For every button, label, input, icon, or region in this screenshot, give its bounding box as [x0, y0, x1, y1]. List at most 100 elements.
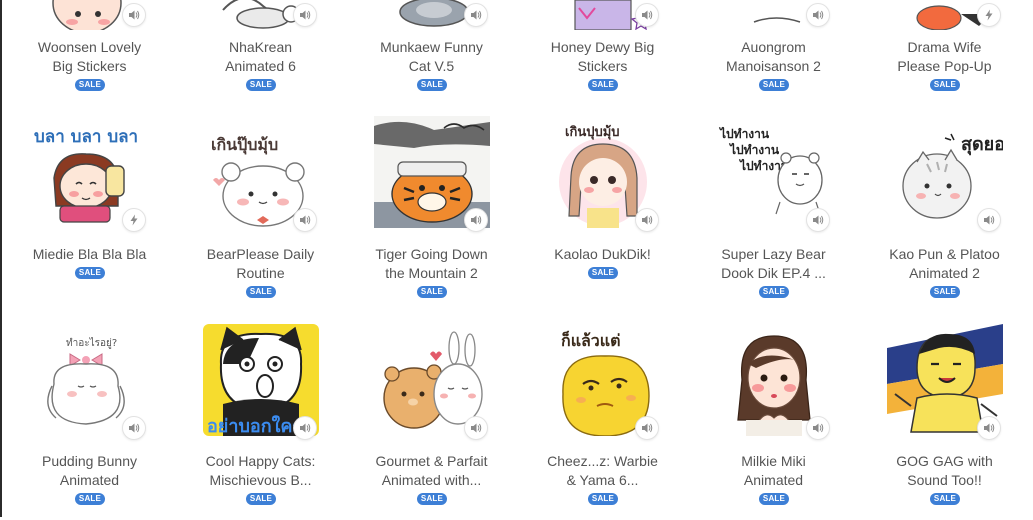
sound-button[interactable] [806, 416, 830, 440]
sticker-card[interactable]: บลา บลา บลา Miedie Bla Bla Bla SALE [4, 112, 175, 312]
sale-badge: SALE [759, 79, 789, 91]
sticker-title[interactable]: BearPlease Daily Routine [177, 245, 344, 283]
sticker-title[interactable]: Kao Pun & Platoo Animated 2 [861, 245, 1028, 283]
sticker-title-line: the Mountain 2 [385, 265, 478, 281]
sticker-title[interactable]: Pudding Bunny Animated [6, 452, 173, 490]
sticker-title-line: Super Lazy Bear [721, 246, 826, 262]
sound-button[interactable] [806, 208, 830, 232]
sticker-title[interactable]: Honey Dewy Big Stickers [519, 38, 686, 76]
sale-badge: SALE [246, 493, 276, 505]
sticker-title-line: Pudding Bunny [42, 453, 137, 469]
sale-badge: SALE [588, 267, 618, 279]
sticker-card[interactable]: Tiger Going Down the Mountain 2 SALE [346, 112, 517, 312]
sale-badge: SALE [930, 493, 960, 505]
sticker-title-line: Please Pop-Up [897, 58, 992, 74]
sticker-card[interactable]: ไปทำงาน ไปทำงาน ไปทำงาน Super Lazy Bear … [688, 112, 859, 312]
sticker-title-line: Routine [236, 265, 285, 281]
sale-badge: SALE [75, 79, 105, 91]
sticker-title-line: Cool Happy Cats: [205, 453, 316, 469]
sticker-title[interactable]: GOG GAG with Sound Too!! [861, 452, 1028, 490]
sale-badge: SALE [417, 286, 447, 298]
sound-button[interactable] [464, 416, 488, 440]
sticker-title-line: Sound Too!! [907, 472, 982, 488]
sticker-card[interactable]: อย่าบอกใคร Cool Happy Cats: Mischievous … [175, 320, 346, 520]
sticker-card[interactable]: เกินปุบมุ้บ Kaolao DukDik! SALE [517, 112, 688, 312]
sale-badge: SALE [75, 267, 105, 279]
sale-badge: SALE [417, 79, 447, 91]
sticker-card[interactable]: GOG GAG with Sound Too!! SALE [859, 320, 1030, 520]
sticker-card[interactable]: Milkie Miki Animated SALE [688, 320, 859, 520]
sticker-title-line: Kao Pun & Platoo [889, 246, 1000, 262]
sticker-title[interactable]: Miedie Bla Bla Bla [6, 245, 173, 264]
sticker-title-line: Kaolao DukDik! [554, 246, 651, 262]
sale-badge: SALE [246, 79, 276, 91]
sticker-title[interactable]: Munkaew Funny Cat V.5 [348, 38, 515, 76]
sticker-card[interactable]: เกินปุ๊บมุ้บ BearPlease Daily Routine SA… [175, 112, 346, 312]
sound-button[interactable] [977, 416, 1001, 440]
sound-button[interactable] [122, 208, 146, 232]
sticker-title[interactable]: Gourmet & Parfait Animated with... [348, 452, 515, 490]
sound-button[interactable] [464, 208, 488, 232]
sticker-title-line: Animated [743, 472, 804, 488]
sticker-title-line: Animated 6 [225, 58, 296, 74]
sticker-card[interactable]: สุดยอด! Kao Pun & Platoo Animated 2 SALE [859, 112, 1030, 312]
lightning-icon [130, 214, 138, 226]
sound-button[interactable] [806, 3, 830, 27]
sticker-title[interactable]: Milkie Miki Animated [690, 452, 857, 490]
sound-button[interactable] [635, 416, 659, 440]
sound-button[interactable] [293, 3, 317, 27]
sticker-title-line: Mischievous B... [209, 472, 312, 488]
sale-badge: SALE [588, 493, 618, 505]
sticker-title[interactable]: Woonsen Lovely Big Stickers [6, 38, 173, 76]
sound-button[interactable] [122, 3, 146, 27]
sticker-artwork-text: ไปทำงาน [728, 142, 780, 157]
sticker-title[interactable]: Cool Happy Cats: Mischievous B... [177, 452, 344, 490]
sticker-title-line: Animated with... [381, 472, 482, 488]
sound-button[interactable] [122, 416, 146, 440]
sticker-grid: Woonsen Lovely Big Stickers SALE NhaKrea… [0, 0, 1033, 517]
sticker-title-line: Cheez...z: Warbie [547, 453, 658, 469]
sticker-artwork-text: ทำอะไรอยู่? [66, 337, 117, 349]
sticker-card[interactable]: Gourmet & Parfait Animated with... SALE [346, 320, 517, 520]
sound-button[interactable] [293, 208, 317, 232]
speaker-icon [984, 423, 995, 433]
sticker-title[interactable]: Kaolao DukDik! [519, 245, 686, 264]
speaker-icon [642, 10, 653, 20]
sale-badge: SALE [75, 493, 105, 505]
sale-badge: SALE [759, 286, 789, 298]
sticker-title[interactable]: Drama Wife Please Pop-Up [861, 38, 1028, 76]
sticker-title[interactable]: Tiger Going Down the Mountain 2 [348, 245, 515, 283]
sale-badge: SALE [759, 493, 789, 505]
sticker-title[interactable]: Auongrom Manoisanson 2 [690, 38, 857, 76]
speaker-icon [300, 215, 311, 225]
lightning-icon [985, 9, 993, 21]
speaker-icon [813, 215, 824, 225]
sound-button[interactable] [635, 208, 659, 232]
sticker-title-line: Manoisanson 2 [726, 58, 821, 74]
sticker-title-line: & Yama 6... [566, 472, 639, 488]
sound-button[interactable] [464, 3, 488, 27]
speaker-icon [129, 423, 140, 433]
sound-button[interactable] [293, 416, 317, 440]
speaker-icon [300, 10, 311, 20]
sticker-title-line: Animated [59, 472, 120, 488]
sound-button[interactable] [977, 3, 1001, 27]
speaker-icon [471, 215, 482, 225]
sticker-title[interactable]: Super Lazy Bear Dook Dik EP.4 ... [690, 245, 857, 283]
speaker-icon [642, 423, 653, 433]
sticker-title-line: GOG GAG with [896, 453, 993, 469]
sticker-title[interactable]: Cheez...z: Warbie & Yama 6... [519, 452, 686, 490]
sticker-card[interactable]: ทำอะไรอยู่? Pudding Bunny Animated SALE [4, 320, 175, 520]
sound-button[interactable] [635, 3, 659, 27]
sticker-title[interactable]: NhaKrean Animated 6 [177, 38, 344, 76]
sound-button[interactable] [977, 208, 1001, 232]
sticker-title-line: BearPlease Daily [206, 246, 315, 262]
sale-badge: SALE [588, 79, 618, 91]
sticker-card[interactable]: ก็แล้วแต่ Cheez...z: Warbie & Yama 6... … [517, 320, 688, 520]
sticker-title-line: Miedie Bla Bla Bla [32, 246, 147, 262]
sticker-title-line: Drama Wife [907, 39, 982, 55]
speaker-icon [129, 10, 140, 20]
sticker-title-line: Tiger Going Down [375, 246, 488, 262]
speaker-icon [471, 10, 482, 20]
sticker-artwork-text: เกินปุ๊บมุ้บ [211, 135, 278, 155]
